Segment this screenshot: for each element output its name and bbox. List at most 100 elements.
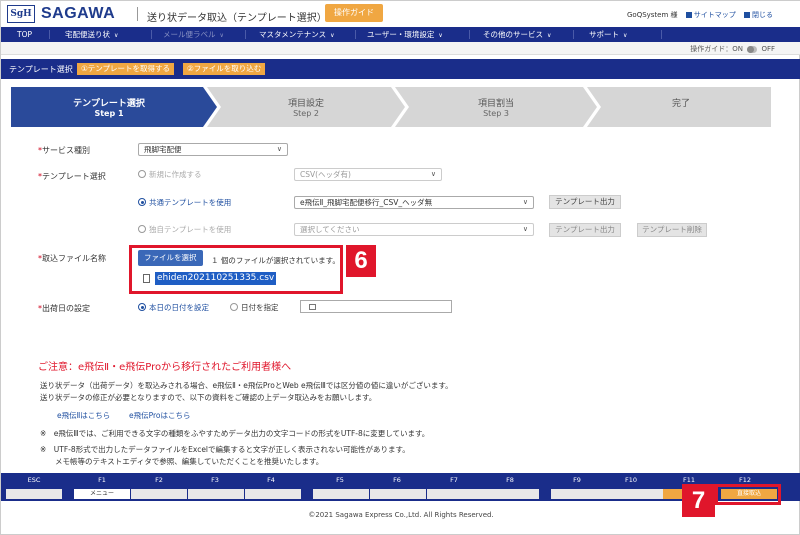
fkey-f8-label: F8 (506, 476, 514, 484)
app-frame: SgH SAGAWA 送り状データ取込（テンプレート選択） 操作ガイド GoQS… (0, 0, 800, 535)
fkey-f9-button[interactable] (551, 489, 607, 499)
step-3-sub: Step 3 (483, 109, 509, 118)
shared-template-radio[interactable]: 共通テンプレートを使用 (138, 198, 231, 208)
nav-mail-label-text: メール便ラベル (163, 30, 216, 39)
own-template-select: 選択してください ∨ (294, 223, 534, 236)
nav-mail-label[interactable]: メール便ラベル ∨ (163, 27, 224, 42)
fkey-esc-button[interactable] (6, 489, 62, 499)
guide-off-label: OFF (761, 45, 775, 53)
fkey-f6-button[interactable] (370, 489, 426, 499)
fkey-f1-menu-button[interactable]: メニュー (74, 489, 130, 499)
logo-mark: SgH (7, 5, 35, 23)
shared-template-select[interactable]: e飛伝Ⅱ_飛脚宅配便移行_CSV_ヘッダ無 ∨ (294, 196, 534, 209)
ship-date-label: *出荷日の設定 (38, 304, 90, 313)
service-type-value: 飛脚宅配便 (144, 145, 182, 154)
fkey-f7-button[interactable] (427, 489, 483, 499)
main-nav: TOP 宅配便送り状 ∨ メール便ラベル ∨ マスタメンテナンス ∨ ユーザー・環境設… (1, 27, 800, 42)
ehiden2-link[interactable]: e飛伝Ⅱはこちら (57, 410, 110, 421)
template-output-button[interactable]: テンプレート出力 (549, 195, 621, 209)
new-template-format-select: CSV(ヘッダ有) ∨ (294, 168, 442, 181)
nav-divider (661, 30, 662, 39)
chevron-down-icon: ∨ (219, 32, 224, 39)
fkey-f10-label: F10 (624, 476, 637, 484)
nav-other-services[interactable]: その他のサービス ∨ (483, 27, 551, 42)
nav-master-label: マスタメンテナンス (259, 30, 327, 39)
fkey-f8-button[interactable] (483, 489, 539, 499)
new-template-format-value: CSV(ヘッダ有) (300, 170, 351, 179)
step-4-title: 完了 (671, 99, 690, 109)
fkey-f7-label: F7 (450, 476, 458, 484)
nav-support[interactable]: サポート ∨ (589, 27, 627, 42)
radio-selected-icon (138, 198, 146, 206)
own-template-radio[interactable]: 独自テンプレートを使用 (138, 225, 231, 235)
step-4: 完了 (591, 87, 771, 127)
shared-template-value: e飛伝Ⅱ_飛脚宅配便移行_CSV_ヘッダ無 (300, 198, 433, 207)
file-selected-message: １ 個のファイルが選択されています。 (211, 256, 340, 265)
notice-title: ご注意：e飛伝Ⅱ・e飛伝Proから移行されたご利用者様へ (38, 362, 292, 373)
radio-icon (138, 170, 146, 178)
notice-note-3: メモ帳等のテキストエディタで参照、編集していただくことを推奨いたします。 (40, 457, 324, 466)
own-template-value: 選択してください (300, 225, 360, 234)
step-2-sub: Step 2 (293, 109, 319, 118)
choose-file-button[interactable]: ファイルを選択 (138, 250, 203, 266)
step-marker-6: 6 (346, 245, 376, 277)
guide-bar: 操作ガイド：ON OFF (1, 42, 800, 55)
fkey-f5-label: F5 (336, 476, 344, 484)
nav-delivery-slip-label: 宅配便送り状 (65, 30, 110, 39)
import-file-button[interactable]: ②ファイルを取り込む (183, 63, 266, 75)
step-2: 項目設定 Step 2 (211, 87, 401, 127)
nav-top[interactable]: TOP (17, 27, 32, 42)
nav-user-settings[interactable]: ユーザー・環境設定 ∨ (367, 27, 443, 42)
header-user-area: GoQSystem 様 サイトマップ 閉じる (627, 10, 773, 20)
service-type-select[interactable]: 飛脚宅配便 ∨ (138, 143, 288, 156)
template-delete-button: テンプレート削除 (637, 223, 707, 237)
fkey-f2-label: F2 (155, 476, 163, 484)
guide-toggle[interactable]: 操作ガイド：ON OFF (690, 44, 775, 54)
sitemap-icon (685, 12, 692, 18)
new-template-label: 新規に作成する (149, 170, 202, 179)
close-link[interactable]: 閉じる (752, 11, 773, 19)
radio-icon (138, 225, 146, 233)
step-2-title: 項目設定 (287, 99, 324, 109)
chevron-down-icon: ∨ (430, 170, 436, 178)
close-icon (744, 12, 750, 18)
get-template-button[interactable]: ①テンプレートを取得する (77, 63, 174, 75)
ship-today-radio[interactable]: 本日の日付を設定 (138, 303, 209, 313)
nav-delivery-slip[interactable]: 宅配便送り状 ∨ (65, 27, 118, 42)
ehidenpro-link[interactable]: e飛伝Proはこちら (129, 410, 191, 421)
fkey-f10-button[interactable] (607, 489, 663, 499)
toggle-switch-icon[interactable] (747, 45, 758, 53)
fkey-f2-button[interactable] (131, 489, 187, 499)
fkey-f5-button[interactable] (313, 489, 369, 499)
step-indicator: テンプレート選択 Step 1 項目設定 Step 2 項目割当 Step 3 … (11, 87, 771, 127)
chevron-down-icon: ∨ (547, 32, 552, 39)
nav-divider (469, 30, 470, 39)
page-title: 送り状データ取込（テンプレート選択） (147, 13, 327, 24)
step-3: 項目割当 Step 3 (401, 87, 591, 127)
own-template-label: 独自テンプレートを使用 (149, 225, 232, 234)
chevron-down-icon: ∨ (330, 32, 335, 39)
fkey-f3-button[interactable] (188, 489, 244, 499)
new-template-radio[interactable]: 新規に作成する (138, 170, 202, 180)
operation-guide-button[interactable]: 操作ガイド (325, 4, 383, 22)
fkey-f9-label: F9 (573, 476, 581, 484)
calendar-icon (309, 304, 316, 310)
chevron-down-icon: ∨ (114, 32, 119, 39)
fkey-f4-button[interactable] (245, 489, 301, 499)
nav-divider (355, 30, 356, 39)
guide-on-label: 操作ガイド：ON (690, 45, 743, 53)
service-type-label: *サービス種別 (38, 146, 90, 155)
template-action-bar: テンプレート選択 ①テンプレートを取得する ②ファイルを取り込む (1, 59, 800, 79)
ship-date-input[interactable] (300, 300, 452, 313)
nav-other-label: その他のサービス (483, 30, 543, 39)
ship-specify-radio[interactable]: 日付を指定 (230, 303, 279, 313)
ship-specify-label: 日付を指定 (241, 303, 279, 312)
chevron-down-icon: ∨ (623, 32, 628, 39)
fkey-f6-label: F6 (393, 476, 401, 484)
nav-master-maintenance[interactable]: マスタメンテナンス ∨ (259, 27, 335, 42)
selected-file-name: ehiden202110251335.csv (155, 272, 277, 285)
sitemap-link[interactable]: サイトマップ (694, 11, 736, 19)
header-divider (137, 7, 138, 21)
nav-user-settings-label: ユーザー・環境設定 (367, 30, 435, 39)
nav-top-label: TOP (17, 30, 33, 39)
